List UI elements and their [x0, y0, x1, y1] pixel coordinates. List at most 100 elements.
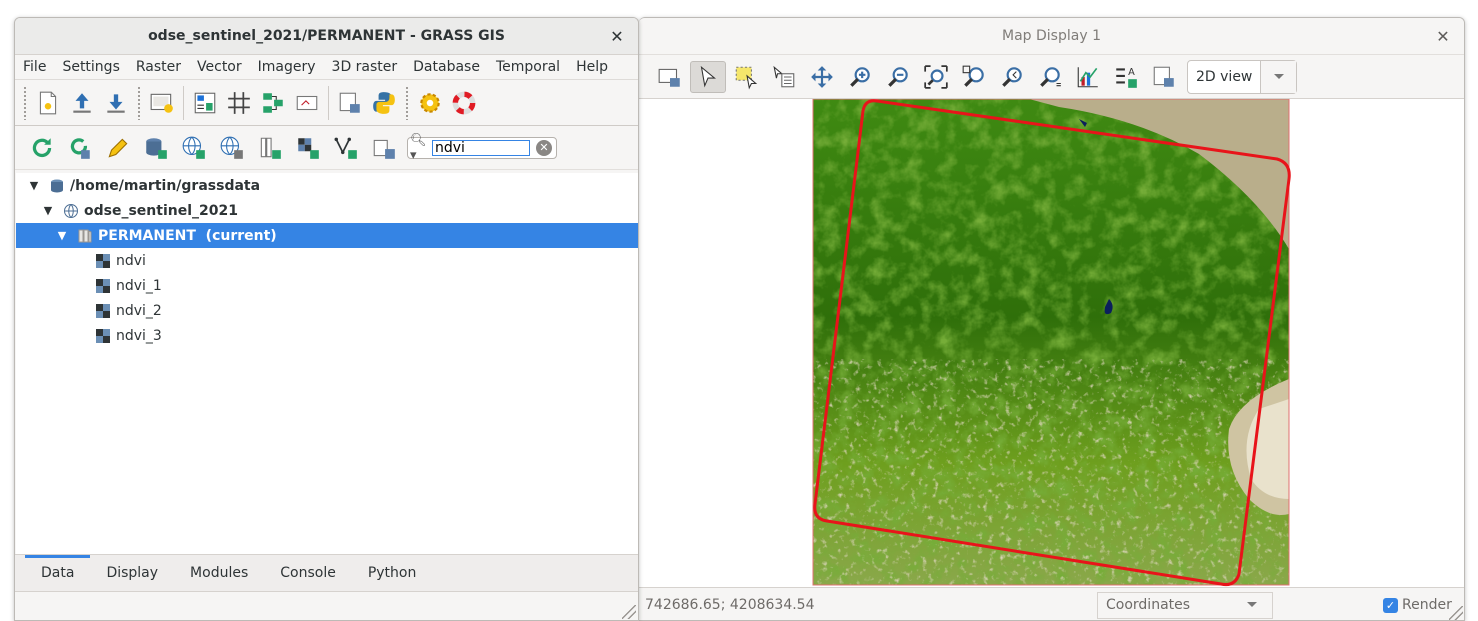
chevron-down-icon[interactable] [1246, 601, 1258, 609]
georectify-button[interactable] [189, 87, 221, 119]
render-checkbox[interactable]: ✓ Render [1383, 597, 1452, 613]
tab-data[interactable]: Data [25, 554, 91, 592]
save-display-button[interactable] [1146, 61, 1182, 93]
tree-row-layer[interactable]: ndvi_1 [16, 273, 638, 298]
reload-button[interactable] [24, 132, 60, 164]
checkbox-checked-icon[interactable]: ✓ [1383, 597, 1398, 613]
globe-download-icon [220, 136, 243, 159]
raster-calc-icon [194, 92, 216, 113]
save-workspace-button[interactable] [100, 87, 132, 119]
query-icon [773, 65, 795, 87]
resize-grip-icon[interactable] [1449, 606, 1463, 620]
add-mapset-button[interactable] [252, 132, 288, 164]
settings-button[interactable] [414, 87, 446, 119]
menubar: File Settings Raster Vector Imagery 3D r… [15, 55, 638, 80]
menu-settings[interactable]: Settings [54, 59, 127, 75]
search-input[interactable] [432, 139, 530, 156]
tab-display[interactable]: Display [90, 555, 174, 592]
toolbar-grip[interactable] [23, 85, 27, 120]
upload-icon [73, 92, 91, 113]
zoom-in-button[interactable] [842, 61, 878, 93]
zoom-menu-button[interactable] [1032, 61, 1068, 93]
python-shell-button[interactable] [368, 87, 400, 119]
select-button[interactable] [728, 61, 764, 93]
help-button[interactable] [448, 87, 480, 119]
menu-help[interactable]: Help [568, 59, 616, 75]
close-icon[interactable]: ✕ [608, 27, 626, 46]
analyze-button[interactable] [1070, 61, 1106, 93]
tab-python[interactable]: Python [352, 555, 433, 592]
pointer-button[interactable] [690, 60, 726, 93]
analyze-chart-icon [1077, 66, 1098, 87]
collapse-arrow-icon[interactable]: ▼ [42, 204, 54, 217]
menu-imagery[interactable]: Imagery [250, 59, 324, 75]
layer-label: ndvi_1 [116, 277, 162, 294]
layer-icon [339, 92, 360, 113]
download-location-button[interactable] [214, 132, 250, 164]
grass-titlebar[interactable]: odse_sentinel_2021/PERMANENT - GRASS GIS… [15, 18, 638, 55]
zoom-extent-button[interactable] [918, 61, 954, 93]
pan-icon [811, 65, 833, 88]
map-window-title: Map Display 1 [1002, 28, 1101, 44]
resize-grip-icon[interactable] [622, 605, 636, 619]
cartographic-composer-button[interactable] [291, 87, 323, 119]
view-mode-select[interactable]: 2D view [1187, 59, 1297, 94]
graphical-modeler-button[interactable] [257, 87, 289, 119]
new-file-icon [39, 91, 57, 114]
menu-file[interactable]: File [15, 59, 54, 75]
tree-row-layer[interactable]: ndvi [16, 248, 638, 273]
mapset-icon [76, 227, 94, 245]
toolbar-grip-3[interactable] [405, 85, 409, 120]
tree-row-layer[interactable]: ndvi_2 [16, 298, 638, 323]
search-field[interactable]: 🔍︎▾ ✕ [407, 133, 557, 163]
zoom-back-button[interactable] [994, 61, 1030, 93]
tree-row-location[interactable]: ▼ odse_sentinel_2021 [16, 198, 638, 223]
menu-raster[interactable]: Raster [128, 59, 189, 75]
menu-3d-raster[interactable]: 3D raster [324, 59, 406, 75]
import-raster-button[interactable] [290, 132, 326, 164]
main-toolbar [15, 80, 638, 126]
pan-button[interactable] [804, 61, 840, 93]
layer-manager-button[interactable] [334, 87, 366, 119]
link-data-button[interactable] [366, 132, 402, 164]
tab-modules[interactable]: Modules [174, 555, 264, 592]
clear-search-icon[interactable]: ✕ [536, 139, 552, 156]
toolbar-separator [183, 85, 184, 120]
reload-current-mapset-button[interactable] [62, 132, 98, 164]
add-location-button[interactable] [176, 132, 212, 164]
tree-row-database[interactable]: ▼ /home/martin/grassdata [16, 173, 638, 198]
render-map-icon [658, 68, 680, 87]
collapse-arrow-icon[interactable]: ▼ [56, 229, 68, 242]
zoom-back-icon [1002, 66, 1022, 87]
grid-button[interactable] [223, 87, 255, 119]
layer-label: ndvi [116, 252, 146, 269]
edit-button[interactable] [100, 132, 136, 164]
import-vector-button[interactable] [328, 132, 364, 164]
tab-console[interactable]: Console [264, 555, 352, 592]
raster-add-icon [298, 137, 319, 159]
close-icon[interactable]: ✕ [1434, 27, 1452, 46]
add-map-elements-button[interactable]: A [1108, 61, 1144, 93]
zoom-region-button[interactable] [956, 61, 992, 93]
menu-vector[interactable]: Vector [189, 59, 250, 75]
collapse-arrow-icon[interactable]: ▼ [28, 179, 40, 192]
query-button[interactable] [766, 61, 802, 93]
menu-temporal[interactable]: Temporal [488, 59, 568, 75]
add-database-button[interactable] [138, 132, 174, 164]
load-workspace-button[interactable] [66, 87, 98, 119]
render-map-button[interactable] [652, 61, 688, 93]
statusbar-mode-select[interactable]: Coordinates [1097, 591, 1273, 619]
map-titlebar[interactable]: Map Display 1 ✕ [639, 18, 1464, 55]
menu-database[interactable]: Database [405, 59, 488, 75]
zoom-menu-icon [1040, 66, 1061, 87]
toolbar-grip-2[interactable] [137, 85, 141, 120]
zoom-out-button[interactable] [880, 61, 916, 93]
new-map-display-button[interactable] [146, 87, 178, 119]
tree-row-mapset[interactable]: ▼ PERMANENT (current) [16, 223, 638, 248]
grass-gis-window: odse_sentinel_2021/PERMANENT - GRASS GIS… [14, 17, 639, 621]
map-canvas[interactable] [639, 99, 1464, 587]
new-workspace-button[interactable] [32, 87, 64, 119]
tree-row-layer[interactable]: ndvi_3 [16, 323, 638, 348]
data-catalog-toolbar: 🔍︎▾ ✕ [15, 126, 638, 170]
chevron-down-icon[interactable] [1260, 60, 1296, 93]
